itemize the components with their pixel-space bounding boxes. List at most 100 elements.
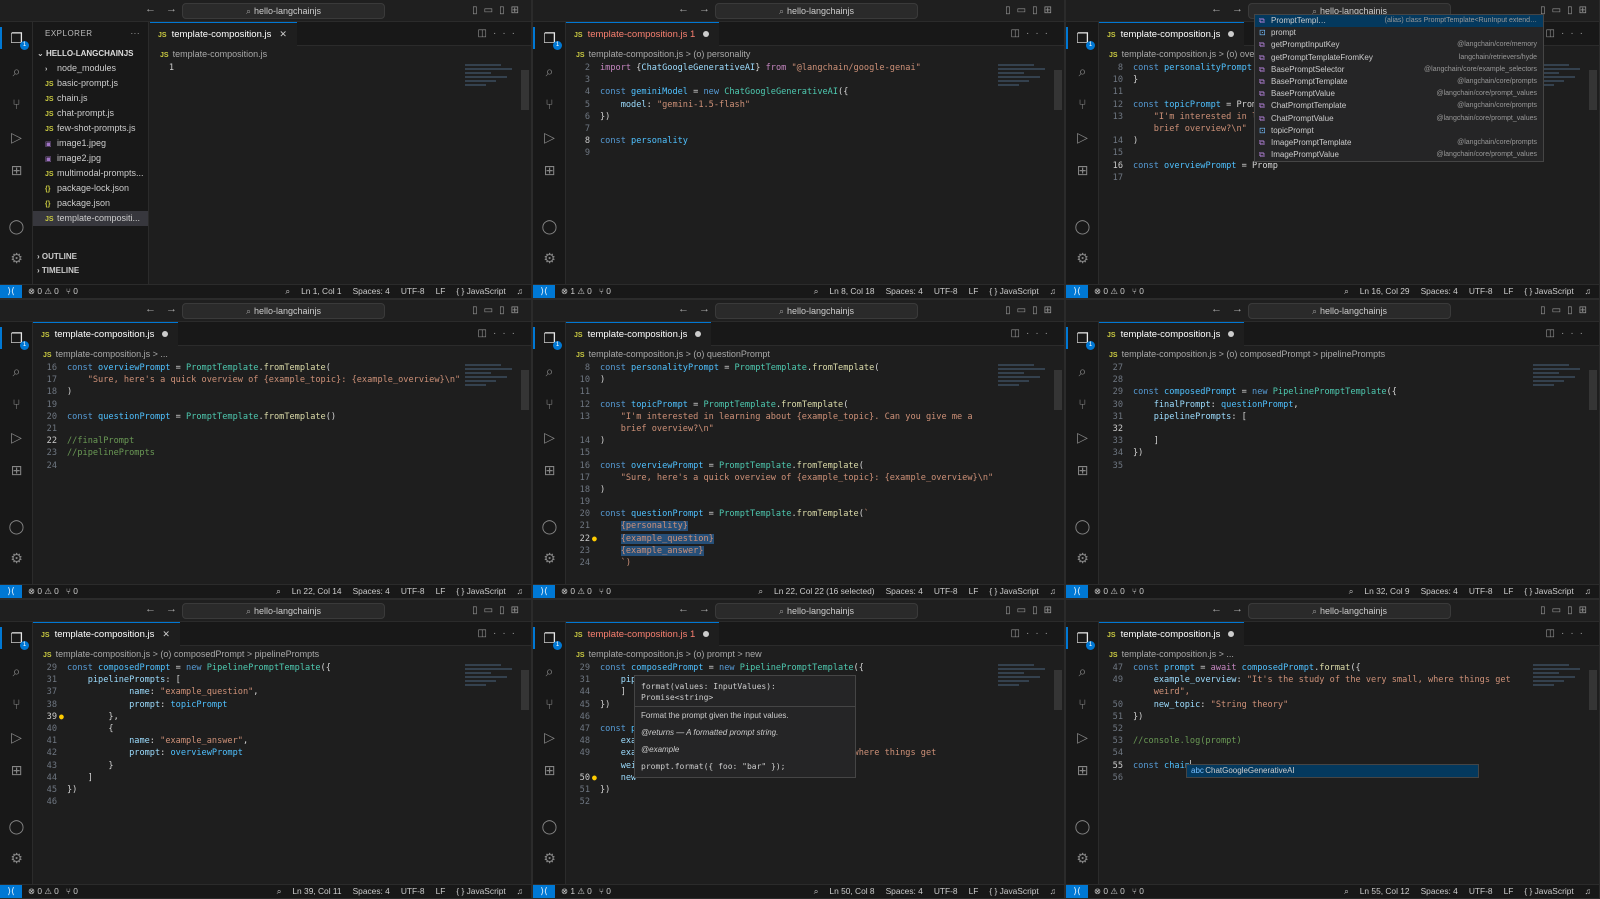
run-debug-icon[interactable]: ▷: [1074, 429, 1091, 446]
problems-indicator[interactable]: ⊗ 1 ⚠ 0: [561, 286, 592, 296]
manage-gear-icon[interactable]: ⚙: [541, 850, 558, 867]
breadcrumb[interactable]: JS template-composition.js: [150, 46, 531, 62]
language-mode[interactable]: { } JavaScript: [989, 586, 1038, 596]
nav-forward-button[interactable]: →: [699, 3, 710, 15]
toggle-panel-icon[interactable]: ▭: [1017, 5, 1032, 16]
editor-tab[interactable]: JS template-composition.js: [1099, 322, 1245, 346]
timeline-section[interactable]: › TIMELINE: [33, 264, 149, 278]
more-actions-icon[interactable]: ···: [1561, 328, 1589, 339]
explorer-file-item[interactable]: JS chain.js: [33, 91, 148, 106]
more-actions-icon[interactable]: ···: [1026, 628, 1054, 639]
cursor-position[interactable]: Ln 22, Col 14: [292, 586, 342, 596]
indentation[interactable]: Spaces: 4: [353, 886, 390, 896]
split-editor-icon[interactable]: ◫: [478, 628, 493, 639]
indentation[interactable]: Spaces: 4: [886, 886, 923, 896]
customize-layout-icon[interactable]: ⊞: [1579, 305, 1593, 316]
end-of-line[interactable]: LF: [969, 286, 979, 296]
close-tab-icon[interactable]: ✕: [279, 29, 287, 39]
manage-gear-icon[interactable]: ⚙: [8, 550, 25, 567]
nav-back-button[interactable]: ←: [1211, 603, 1222, 615]
editor-tab[interactable]: JS template-composition.js: [1099, 22, 1245, 46]
toggle-secondary-sidebar-icon[interactable]: ▯: [1032, 605, 1044, 616]
search-icon[interactable]: ⌕: [541, 63, 558, 80]
customize-layout-icon[interactable]: ⊞: [511, 605, 525, 616]
ports-indicator[interactable]: ⑂ 0: [66, 586, 78, 596]
command-center-search[interactable]: ⌕ hello-langchainjs: [182, 3, 385, 19]
vertical-scrollbar[interactable]: [1054, 370, 1062, 410]
indentation[interactable]: Spaces: 4: [886, 286, 923, 296]
command-center-search[interactable]: ⌕ hello-langchainjs: [182, 303, 385, 319]
toggle-panel-icon[interactable]: ▭: [484, 5, 499, 16]
toggle-sidebar-icon[interactable]: ▯: [472, 605, 484, 616]
suggestion-item[interactable]: ⧉ ImagePromptValue @langchain/core/prompt_…: [1255, 149, 1543, 161]
code-editor[interactable]: 2 import {ChatGoogleGenerativeAI} from "@…: [566, 62, 1050, 284]
language-mode[interactable]: { } JavaScript: [989, 286, 1038, 296]
explorer-file-item[interactable]: ▣ image1.jpeg: [33, 136, 148, 151]
extensions-icon[interactable]: ⊞: [541, 462, 558, 479]
encoding[interactable]: UTF-8: [1469, 586, 1493, 596]
nav-back-button[interactable]: ←: [145, 303, 156, 315]
toggle-sidebar-icon[interactable]: ▯: [472, 305, 484, 316]
editor-tab[interactable]: JS template-composition.js ✕: [33, 622, 180, 646]
explorer-file-item[interactable]: {} package.json: [33, 196, 148, 211]
encoding[interactable]: UTF-8: [934, 886, 958, 896]
ports-indicator[interactable]: ⑂ 0: [599, 586, 611, 596]
source-control-icon[interactable]: ⑂: [1074, 696, 1091, 713]
encoding[interactable]: UTF-8: [1469, 286, 1493, 296]
breadcrumb[interactable]: JS template-composition.js > ...: [1099, 646, 1599, 662]
more-actions-icon[interactable]: ···: [1561, 28, 1589, 39]
ports-indicator[interactable]: ⑂ 0: [66, 886, 78, 896]
manage-gear-icon[interactable]: ⚙: [8, 850, 25, 867]
code-editor[interactable]: 27 28 29 const composedPrompt = new Pipelin…: [1099, 362, 1585, 584]
toggle-panel-icon[interactable]: ▭: [1552, 605, 1567, 616]
notifications-bell-icon[interactable]: ♫: [1585, 586, 1591, 596]
cursor-position[interactable]: Ln 55, Col 12: [1360, 886, 1410, 896]
toggle-secondary-sidebar-icon[interactable]: ▯: [499, 305, 511, 316]
language-mode[interactable]: { } JavaScript: [1524, 886, 1573, 896]
end-of-line[interactable]: LF: [436, 886, 446, 896]
manage-gear-icon[interactable]: ⚙: [8, 250, 25, 267]
toggle-panel-icon[interactable]: ▭: [1552, 305, 1567, 316]
indentation[interactable]: Spaces: 4: [886, 586, 923, 596]
zoom-icon[interactable]: ⌕: [1349, 586, 1354, 596]
manage-gear-icon[interactable]: ⚙: [541, 550, 558, 567]
problems-indicator[interactable]: ⊗ 0 ⚠ 0: [28, 586, 59, 596]
vertical-scrollbar[interactable]: [1589, 370, 1597, 410]
split-editor-icon[interactable]: ◫: [1546, 28, 1561, 39]
more-actions-icon[interactable]: ···: [493, 328, 521, 339]
account-icon[interactable]: ◯: [541, 818, 558, 835]
toggle-panel-icon[interactable]: ▭: [484, 605, 499, 616]
customize-layout-icon[interactable]: ⊞: [511, 305, 525, 316]
toggle-secondary-sidebar-icon[interactable]: ▯: [1567, 605, 1579, 616]
indentation[interactable]: Spaces: 4: [1421, 286, 1458, 296]
end-of-line[interactable]: LF: [969, 586, 979, 596]
nav-forward-button[interactable]: →: [1232, 603, 1243, 615]
minimap[interactable]: [1533, 662, 1585, 702]
split-editor-icon[interactable]: ◫: [1546, 628, 1561, 639]
explorer-file-item[interactable]: › node_modules: [33, 61, 148, 76]
command-center-search[interactable]: ⌕ hello-langchainjs: [715, 303, 918, 319]
problems-indicator[interactable]: ⊗ 0 ⚠ 0: [1094, 886, 1125, 896]
minimap[interactable]: [465, 62, 517, 102]
toggle-secondary-sidebar-icon[interactable]: ▯: [1032, 5, 1044, 16]
minimap[interactable]: [998, 62, 1050, 102]
nav-forward-button[interactable]: →: [1232, 3, 1243, 15]
problems-indicator[interactable]: ⊗ 0 ⚠ 0: [561, 586, 592, 596]
lightbulb-icon[interactable]: ●: [592, 772, 597, 784]
notifications-bell-icon[interactable]: ♫: [1585, 886, 1591, 896]
language-mode[interactable]: { } JavaScript: [456, 586, 505, 596]
zoom-icon[interactable]: ⌕: [285, 286, 290, 296]
split-editor-icon[interactable]: ◫: [1011, 628, 1026, 639]
explorer-file-item[interactable]: {} package-lock.json: [33, 181, 148, 196]
toggle-sidebar-icon[interactable]: ▯: [1540, 305, 1552, 316]
ports-indicator[interactable]: ⑂ 0: [599, 286, 611, 296]
toggle-panel-icon[interactable]: ▭: [1552, 5, 1567, 16]
editor-tab[interactable]: JS template-composition.js 1: [566, 622, 720, 646]
toggle-secondary-sidebar-icon[interactable]: ▯: [1032, 305, 1044, 316]
end-of-line[interactable]: LF: [436, 586, 446, 596]
editor-tab[interactable]: JS template-composition.js: [566, 322, 712, 346]
cursor-position[interactable]: Ln 1, Col 1: [301, 286, 342, 296]
toggle-sidebar-icon[interactable]: ▯: [1005, 305, 1017, 316]
manage-gear-icon[interactable]: ⚙: [1074, 550, 1091, 567]
end-of-line[interactable]: LF: [436, 286, 446, 296]
